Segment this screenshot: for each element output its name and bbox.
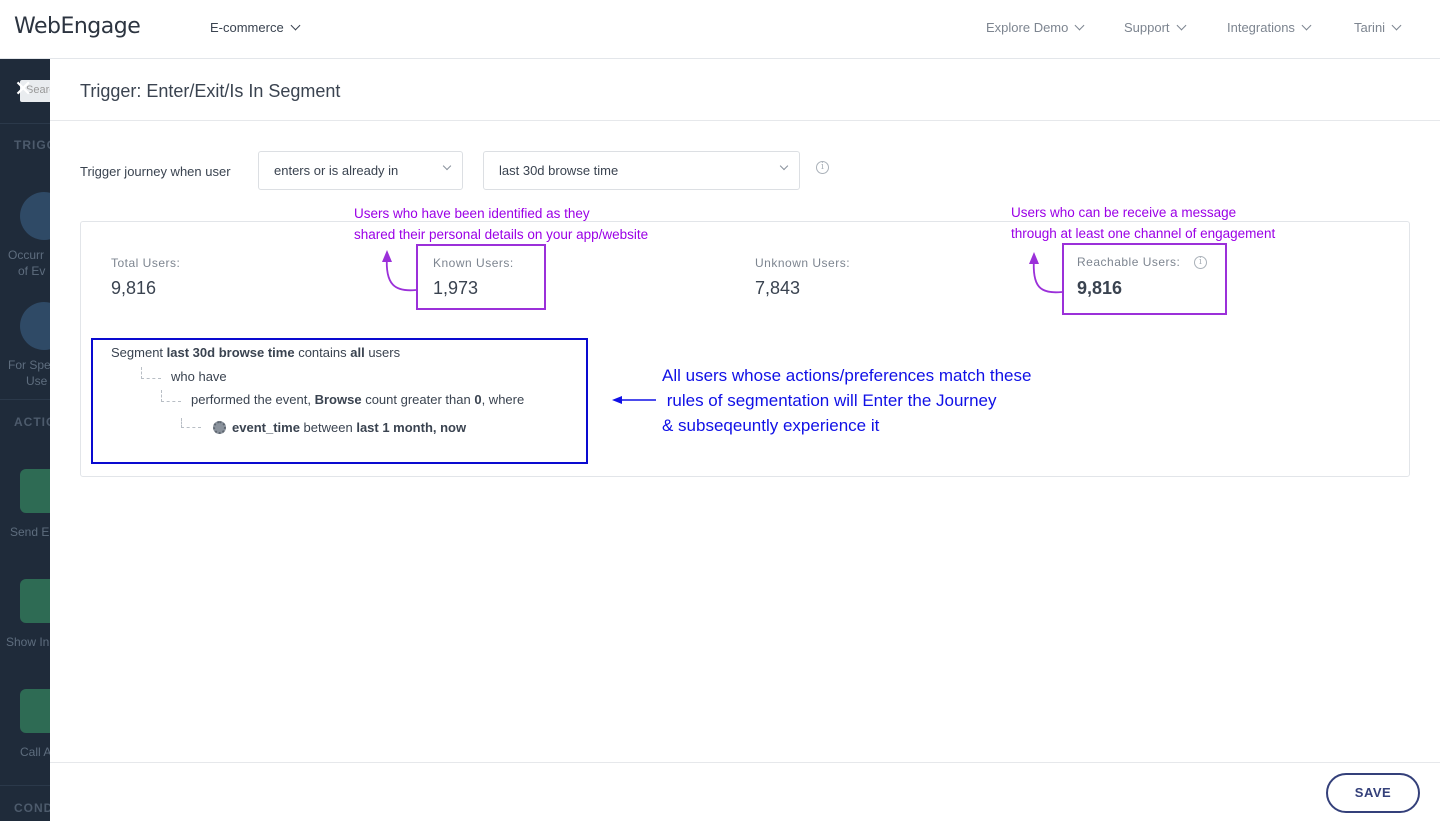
sidebar-divider bbox=[0, 785, 50, 786]
trigger-condition-select[interactable]: enters or is already in bbox=[258, 151, 463, 190]
known-users-highlight-box bbox=[416, 244, 546, 310]
sidebar-caption: Use bbox=[26, 374, 48, 388]
annotation-line: shared their personal details on your ap… bbox=[354, 227, 649, 242]
sidebar-caption: Call A bbox=[20, 745, 50, 759]
segment-select-value: last 30d browse time bbox=[499, 163, 619, 178]
annotation-line: All users whose actions/preferences matc… bbox=[662, 366, 1032, 385]
sidebar-section-actions: ACTIO bbox=[14, 415, 50, 429]
trigger-condition-value: enters or is already in bbox=[274, 163, 399, 178]
segment-select[interactable]: last 30d browse time bbox=[483, 151, 800, 190]
project-selector[interactable]: E-commerce bbox=[210, 20, 301, 35]
csv-trigger-icon[interactable] bbox=[20, 302, 50, 350]
reachable-users-annotation: Users who can be receive a message throu… bbox=[1011, 202, 1275, 244]
annotation-line: through at least one channel of engageme… bbox=[1011, 226, 1276, 241]
info-icon[interactable]: i bbox=[816, 161, 829, 174]
nav-support-label: Support bbox=[1124, 20, 1170, 35]
project-name: E-commerce bbox=[210, 20, 284, 35]
known-users-annotation: Users who have been identified as they s… bbox=[354, 203, 648, 245]
nav-integrations[interactable]: Integrations bbox=[1227, 20, 1312, 35]
unknown-users-label: Unknown Users: bbox=[755, 256, 851, 270]
top-navigation-bar: WebEngage E-commerce Explore Demo Suppor… bbox=[0, 0, 1440, 59]
chevron-down-icon bbox=[779, 161, 789, 171]
email-action-icon[interactable] bbox=[20, 469, 50, 513]
nav-user-menu[interactable]: Tarini bbox=[1354, 20, 1402, 35]
journey-blocks-sidebar: Search TRIGG Occurr of Ev For Spe Use AC… bbox=[0, 59, 50, 821]
close-icon[interactable]: ✕ bbox=[14, 78, 32, 100]
star-trigger-icon[interactable] bbox=[20, 192, 50, 240]
sidebar-section-triggers: TRIGG bbox=[14, 138, 50, 152]
chevron-down-icon bbox=[442, 161, 452, 171]
sidebar-section-conditions: COND bbox=[14, 801, 50, 815]
unknown-users-value: 7,843 bbox=[755, 278, 801, 298]
chevron-down-icon bbox=[1301, 20, 1312, 31]
webengage-logo[interactable]: WebEngage bbox=[14, 14, 141, 46]
total-users-label: Total Users: bbox=[111, 256, 181, 270]
chevron-down-icon bbox=[1391, 20, 1402, 31]
trigger-journey-label: Trigger journey when user bbox=[80, 164, 231, 179]
segment-rule-highlight-box bbox=[91, 338, 588, 464]
sidebar-divider bbox=[0, 123, 50, 124]
annotation-line: Users who have been identified as they bbox=[354, 206, 590, 221]
sidebar-caption: For Spe bbox=[8, 358, 50, 372]
reachable-users-highlight-box bbox=[1062, 243, 1227, 315]
chevron-down-icon bbox=[290, 20, 301, 31]
segment-rule-annotation: All users whose actions/preferences matc… bbox=[662, 363, 1031, 438]
sidebar-caption: Show In bbox=[6, 635, 50, 649]
sidebar-caption: Send E bbox=[10, 525, 50, 539]
chevron-down-icon bbox=[1074, 20, 1085, 31]
modal-title: Trigger: Enter/Exit/Is In Segment bbox=[80, 81, 341, 101]
total-users-value: 9,816 bbox=[111, 278, 157, 298]
annotation-line: Users who can be receive a message bbox=[1011, 205, 1237, 220]
annotation-line: & subseqeuntly experience it bbox=[662, 416, 880, 435]
nav-support[interactable]: Support bbox=[1124, 20, 1186, 35]
sidebar-divider bbox=[0, 399, 50, 400]
nav-explore-demo[interactable]: Explore Demo bbox=[986, 20, 1085, 35]
logo-text: WebEngage bbox=[14, 14, 141, 39]
sidebar-caption: of Ev bbox=[18, 264, 46, 278]
in-app-action-icon[interactable] bbox=[20, 579, 50, 623]
nav-explore-demo-label: Explore Demo bbox=[986, 20, 1069, 35]
sidebar-caption: Occurr bbox=[8, 248, 44, 262]
modal-header: Trigger: Enter/Exit/Is In Segment bbox=[50, 59, 1440, 121]
modal-footer-divider bbox=[50, 762, 1440, 763]
nav-integrations-label: Integrations bbox=[1227, 20, 1295, 35]
annotation-line: rules of segmentation will Enter the Jou… bbox=[662, 391, 997, 410]
chevron-down-icon bbox=[1176, 20, 1186, 31]
save-button[interactable]: SAVE bbox=[1326, 773, 1420, 813]
call-api-action-icon[interactable] bbox=[20, 689, 50, 733]
user-name: Tarini bbox=[1354, 20, 1386, 35]
